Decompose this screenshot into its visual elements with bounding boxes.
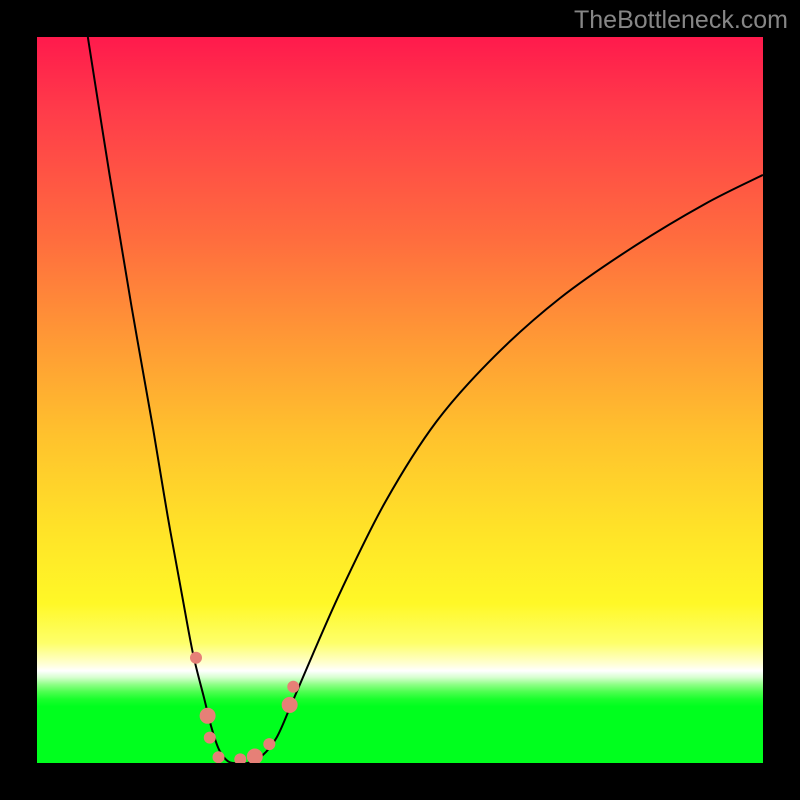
chart-frame: TheBottleneck.com (0, 0, 800, 800)
chart-marker (263, 738, 275, 750)
chart-plot-area (37, 37, 763, 763)
chart-marker (247, 748, 263, 763)
bottleneck-curve (88, 37, 763, 763)
watermark-text: TheBottleneck.com (574, 6, 788, 35)
chart-marker (204, 732, 216, 744)
chart-marker (282, 697, 298, 713)
chart-marker (287, 681, 299, 693)
chart-marker (200, 708, 216, 724)
chart-marker (190, 652, 202, 664)
chart-svg (37, 37, 763, 763)
chart-marker (213, 751, 225, 763)
chart-marker (234, 753, 246, 763)
